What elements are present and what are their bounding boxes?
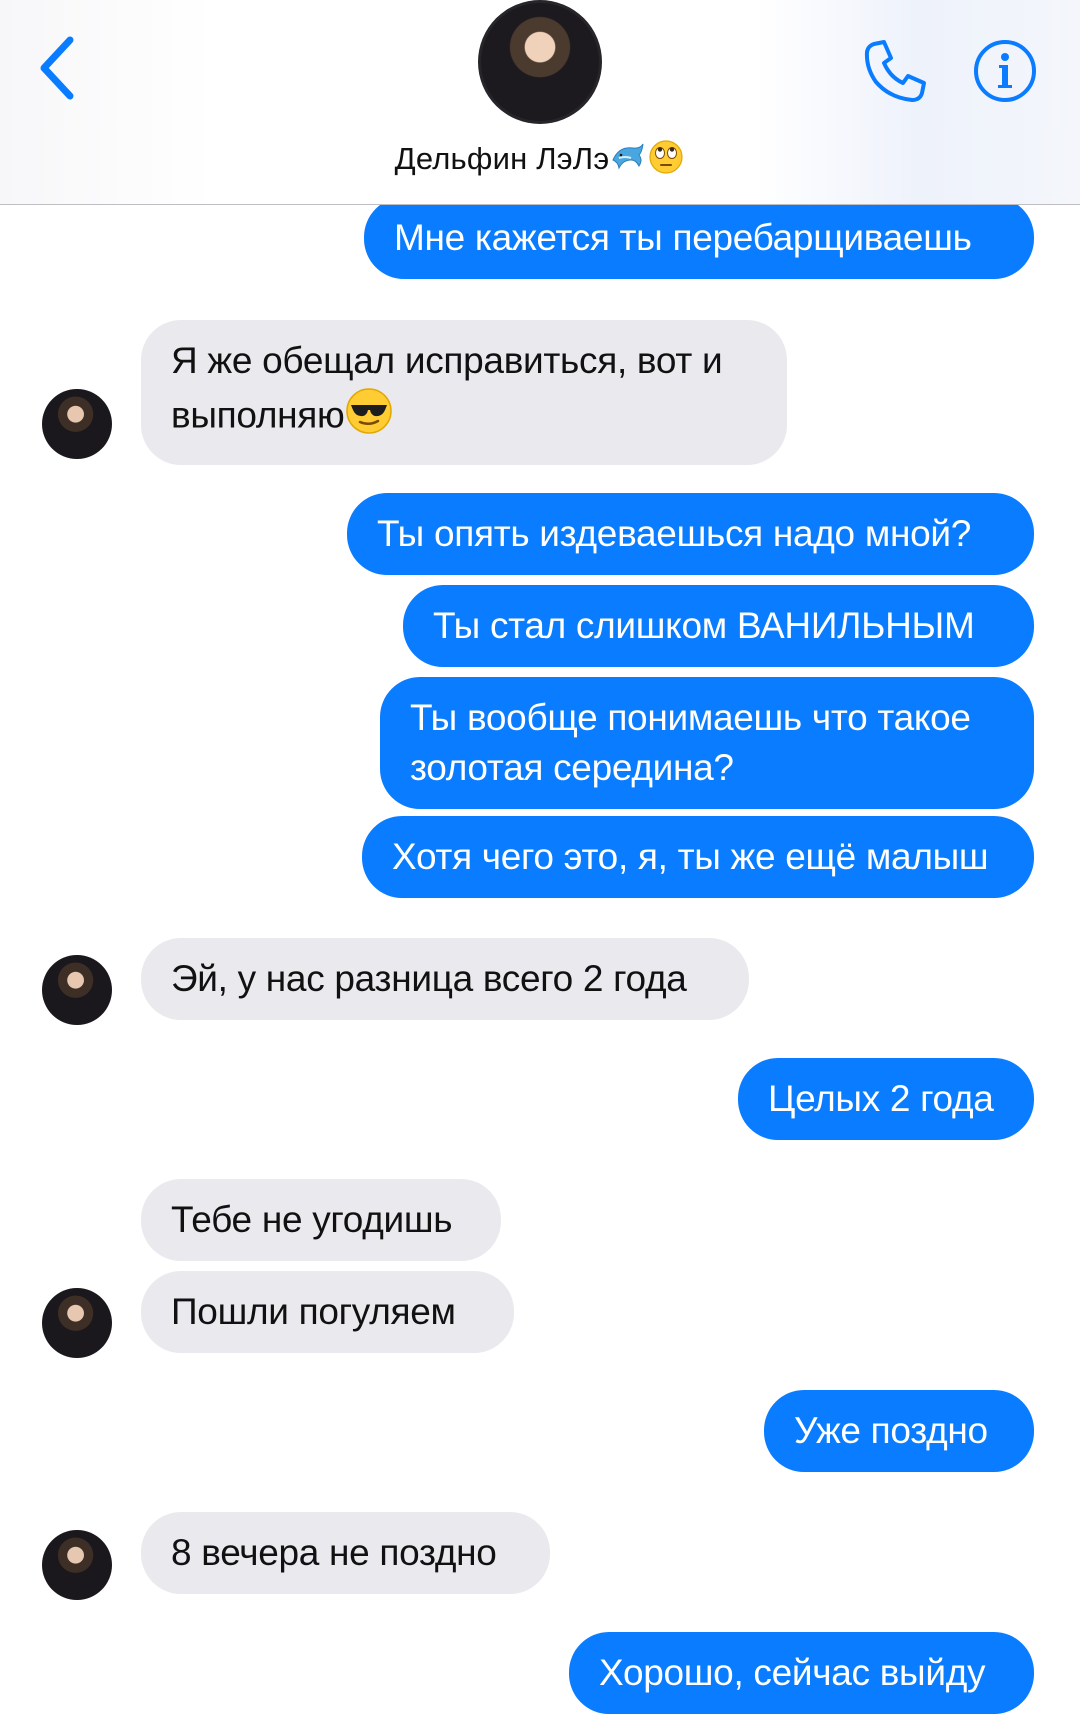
message-bubble-outgoing[interactable]: Мне кажется ты перебарщиваешь	[364, 197, 1034, 279]
contact-avatar[interactable]	[42, 1530, 112, 1600]
contact-avatar[interactable]	[42, 1288, 112, 1358]
message-text: Ты стал слишком ВАНИЛЬНЫМ	[433, 605, 975, 646]
chevron-left-icon	[40, 36, 74, 100]
contact-name-text: Дельфин ЛэЛэ	[394, 141, 610, 177]
message-bubble-outgoing[interactable]: Хотя чего это, я, ты же ещё малыш	[362, 816, 1034, 898]
message-bubble-outgoing[interactable]: Уже поздно	[764, 1390, 1034, 1472]
chat-screen: Мне кажется ты перебарщиваешь Я же обеща…	[0, 0, 1080, 1720]
info-icon	[974, 40, 1036, 102]
message-bubble-outgoing[interactable]: Ты стал слишком ВАНИЛЬНЫМ	[403, 585, 1034, 667]
message-bubble-outgoing[interactable]: Хорошо, сейчас выйду	[569, 1632, 1034, 1714]
contact-avatar[interactable]	[42, 389, 112, 459]
message-text: Я же обещал исправиться, вот и выполняю	[171, 340, 723, 436]
back-button[interactable]	[30, 28, 90, 108]
message-bubble-incoming[interactable]: Я же обещал исправиться, вот и выполняю	[141, 320, 787, 465]
dolphin-emoji-icon	[609, 138, 647, 184]
message-bubble-incoming[interactable]: Эй, у нас разница всего 2 года	[141, 938, 749, 1020]
message-bubble-incoming[interactable]: 8 вечера не поздно	[141, 1512, 550, 1594]
message-text: Хорошо, сейчас выйду	[599, 1652, 986, 1693]
message-bubble-outgoing[interactable]: Ты вообще понимаешь что такое золотая се…	[380, 677, 1034, 809]
rolling-eyes-emoji-icon	[647, 138, 685, 184]
message-text: Тебе не угодишь	[171, 1199, 453, 1240]
message-bubble-incoming[interactable]: Тебе не угодишь	[141, 1179, 501, 1261]
contact-avatar-large[interactable]	[478, 0, 602, 124]
message-text: Мне кажется ты перебарщиваешь	[394, 217, 972, 258]
chat-header: Дельфин ЛэЛэ	[0, 0, 1080, 205]
message-text: Целых 2 года	[768, 1078, 994, 1119]
message-text: Ты вообще понимаешь что такое золотая се…	[410, 697, 971, 788]
call-button[interactable]	[860, 36, 930, 106]
message-text: Эй, у нас разница всего 2 года	[171, 958, 687, 999]
contact-avatar[interactable]	[42, 955, 112, 1025]
message-text: Пошли погуляем	[171, 1291, 456, 1332]
message-text: Уже поздно	[794, 1410, 988, 1451]
info-button[interactable]	[972, 38, 1038, 104]
phone-icon	[864, 40, 926, 102]
message-text: 8 вечера не поздно	[171, 1532, 497, 1573]
contact-name[interactable]: Дельфин ЛэЛэ	[0, 138, 1080, 184]
message-bubble-outgoing[interactable]: Целых 2 года	[738, 1058, 1034, 1140]
message-bubble-incoming[interactable]: Пошли погуляем	[141, 1271, 514, 1353]
message-text: Хотя чего это, я, ты же ещё малыш	[392, 836, 989, 877]
message-bubble-outgoing[interactable]: Ты опять издеваешься надо мной?	[347, 493, 1034, 575]
sunglasses-emoji-icon	[344, 386, 394, 449]
message-text: Ты опять издеваешься надо мной?	[377, 513, 972, 554]
